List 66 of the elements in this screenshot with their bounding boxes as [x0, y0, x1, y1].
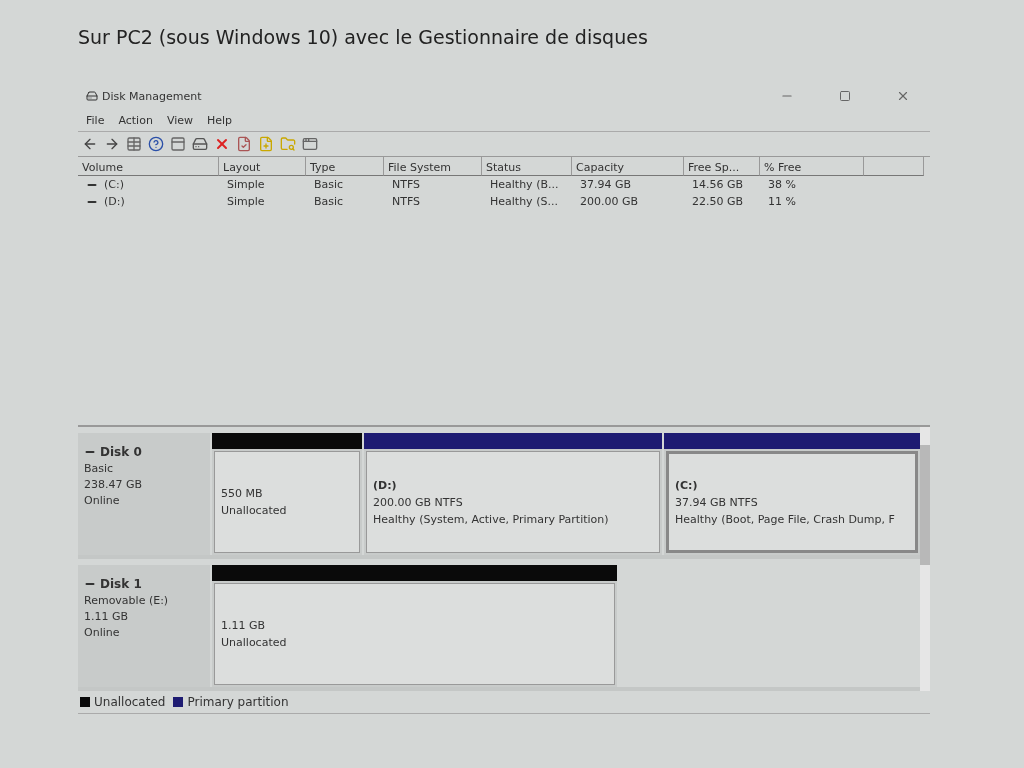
- window-button[interactable]: [302, 136, 318, 152]
- scrollbar[interactable]: [920, 427, 930, 691]
- disk-button[interactable]: [192, 136, 208, 152]
- disk-detail: 238.47 GB: [84, 478, 144, 491]
- table-cell: Healthy (B...: [490, 178, 559, 191]
- column-header[interactable]: Free Sp...: [684, 157, 760, 176]
- legend-label: Primary partition: [187, 695, 289, 709]
- table-cell: NTFS: [392, 195, 421, 208]
- table-cell: (D:): [104, 195, 125, 208]
- partition-label: (D:): [373, 478, 398, 492]
- disk-detail: Online: [84, 626, 121, 639]
- maximize-icon: [839, 90, 851, 102]
- menu-item[interactable]: Action: [118, 114, 153, 127]
- partition-detail: Unallocated: [221, 636, 288, 649]
- menu-item[interactable]: View: [166, 114, 193, 127]
- table-cell: Healthy (S...: [490, 195, 558, 208]
- back-button[interactable]: [82, 136, 98, 152]
- partition-detail: Unallocated: [221, 504, 288, 517]
- partition-detail: Healthy (Boot, Page File, Crash Dump, F: [675, 512, 896, 526]
- check-file-button[interactable]: [236, 136, 252, 152]
- partition-detail: 200.00 GB NTFS: [373, 495, 464, 509]
- table-cell: (C:): [104, 178, 124, 191]
- table-cell: 11 %: [768, 195, 796, 208]
- column-header[interactable]: File System: [384, 157, 482, 176]
- column-header[interactable]: % Free: [760, 157, 864, 176]
- table-cell: 37.94 GB: [580, 178, 632, 191]
- partition-detail: 1.11 GB: [221, 619, 267, 632]
- partition-label: (C:): [675, 478, 699, 492]
- table-button[interactable]: [126, 136, 142, 152]
- disk-detail: Basic: [84, 462, 115, 475]
- partition-block[interactable]: (C:) 37.94 GB NTFS Healthy (Boot, Page File, Crash Dump, F: [666, 451, 918, 553]
- table-cell: NTFS: [392, 178, 421, 191]
- partition-block[interactable]: 1.11 GB Unallocated: [214, 583, 615, 685]
- table-cell: 38 %: [768, 178, 796, 191]
- window-title: Disk Management: [102, 89, 203, 103]
- column-header[interactable]: Volume: [78, 157, 219, 176]
- table-cell: 200.00 GB: [580, 195, 639, 208]
- table-cell: Simple: [227, 178, 265, 191]
- delete-button[interactable]: [214, 136, 230, 152]
- disk-name: Disk 1: [100, 577, 142, 591]
- menu-item[interactable]: File: [86, 114, 105, 127]
- disk-detail: Removable (E:): [84, 594, 170, 607]
- table-cell: 22.50 GB: [692, 195, 744, 208]
- menu-item[interactable]: Help: [207, 114, 233, 127]
- partition-detail: 37.94 GB NTFS: [675, 495, 759, 509]
- disk-name: Disk 0: [100, 445, 142, 459]
- help-button[interactable]: [148, 136, 164, 152]
- forward-button[interactable]: [104, 136, 120, 152]
- table-cell: Basic: [314, 195, 344, 208]
- column-header[interactable]: Status: [482, 157, 572, 176]
- table-cell: Basic: [314, 178, 344, 191]
- close-icon: [896, 89, 910, 103]
- column-header[interactable]: Layout: [219, 157, 306, 176]
- column-header[interactable]: Type: [306, 157, 384, 176]
- partition-block[interactable]: 550 MB Unallocated: [214, 451, 360, 553]
- table-cell: 14.56 GB: [692, 178, 744, 191]
- window-button[interactable]: [170, 136, 186, 152]
- legend-label: Unallocated: [94, 695, 166, 709]
- partition-detail: 550 MB: [221, 487, 264, 500]
- partition-detail: Healthy (System, Active, Primary Partition): [373, 512, 610, 526]
- partition-block[interactable]: (D:) 200.00 GB NTFS Healthy (System, Active, Primary Partition): [366, 451, 660, 553]
- column-header[interactable]: Capacity: [572, 157, 684, 176]
- disk-detail: 1.11 GB: [84, 610, 130, 623]
- table-cell: Simple: [227, 195, 265, 208]
- disk-detail: Online: [84, 494, 121, 507]
- page-heading: Sur PC2 (sous Windows 10) avec le Gestionnaire de disques: [78, 26, 649, 48]
